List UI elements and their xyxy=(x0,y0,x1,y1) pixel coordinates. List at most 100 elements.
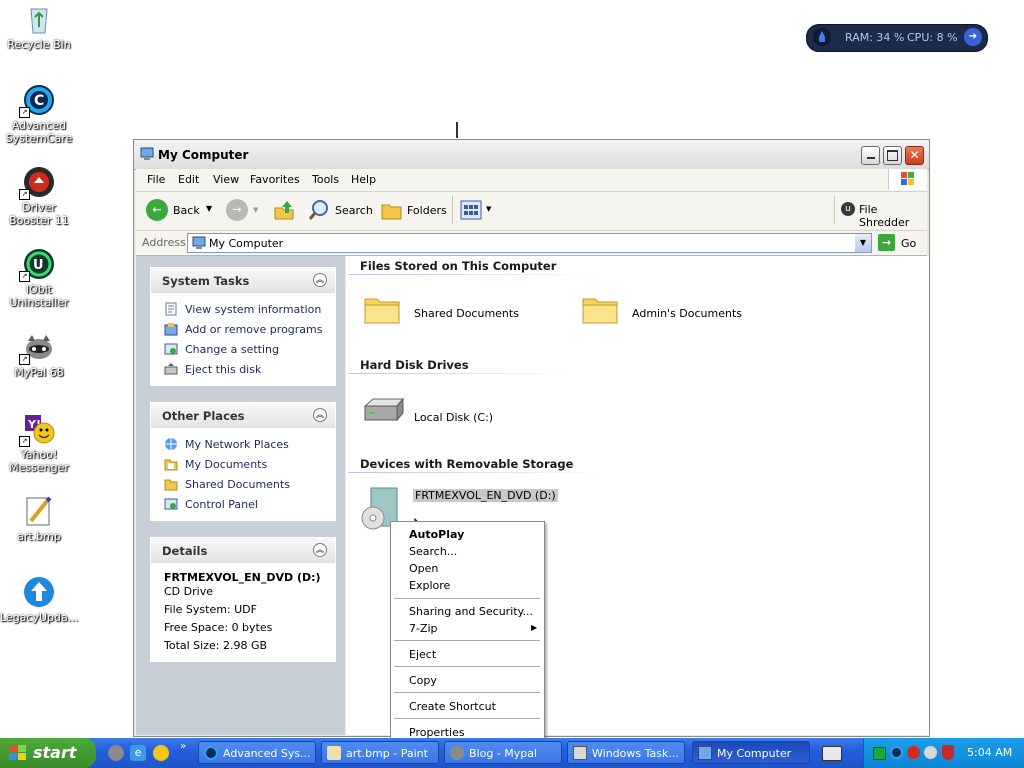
menu-file[interactable]: File xyxy=(147,173,165,186)
ram-usage-text: RAM: 34 % xyxy=(845,31,905,44)
desktop-icon-advanced-systemcare[interactable]: C ↗ Advanced SystemCare xyxy=(0,84,78,145)
maximize-button[interactable] xyxy=(883,146,902,165)
start-button[interactable]: start xyxy=(0,738,96,768)
section-divider xyxy=(348,472,608,473)
windows-logo-icon xyxy=(888,169,927,190)
task-add-remove-programs[interactable]: Add or remove programs xyxy=(164,322,323,336)
address-dropdown-button[interactable]: ▼ xyxy=(855,234,871,252)
forward-button[interactable]: → xyxy=(226,199,248,221)
desktop-icon-label: MyPal 68 xyxy=(14,366,64,379)
task-eject-disk[interactable]: Eject this disk xyxy=(164,362,261,376)
desktop-icon-iobit-uninstaller[interactable]: U ↗ IObit Uninstaller xyxy=(0,248,78,309)
details-drive-name: FRTMEXVOL_EN_DVD (D:) xyxy=(164,571,321,584)
search-icon xyxy=(308,198,332,225)
section-title-hard-disk-drives: Hard Disk Drives xyxy=(360,358,469,372)
taskbar-button-my-computer[interactable]: My Computer xyxy=(692,741,810,764)
arrow-right-icon[interactable]: ➔ xyxy=(964,28,982,46)
yahoo-messenger-icon: Y! ↗ xyxy=(19,413,55,447)
context-item-autoplay[interactable]: AutoPlay xyxy=(409,528,464,541)
tray-volume-icon[interactable] xyxy=(924,746,937,759)
desktop-icon-art-bmp[interactable]: art.bmp xyxy=(0,495,78,543)
control-panel-icon xyxy=(164,497,178,511)
menu-separator xyxy=(394,598,540,599)
legacy-update-icon xyxy=(23,576,55,608)
taskbar-button-advanced-systemcare[interactable]: Advanced Sys... xyxy=(198,741,316,764)
folders-button[interactable]: Folders xyxy=(380,198,448,222)
mypal-raccoon-icon: ↗ xyxy=(19,331,55,365)
context-item-copy[interactable]: Copy xyxy=(409,674,437,687)
system-monitor-widget[interactable]: RAM: 34 % CPU: 8 % ➔ xyxy=(806,24,988,52)
window-titlebar[interactable]: My Computer ✕ xyxy=(134,140,929,170)
place-my-network-places[interactable]: My Network Places xyxy=(164,437,289,451)
system-tray: 5:04 AM xyxy=(863,738,1024,768)
place-control-panel[interactable]: Control Panel xyxy=(164,497,258,511)
context-item-7zip[interactable]: 7-Zip xyxy=(409,622,438,635)
context-item-explore[interactable]: Explore xyxy=(409,579,450,592)
tray-shield-icon[interactable] xyxy=(942,745,954,760)
chevron-down-icon: ▼ xyxy=(859,238,867,247)
place-my-documents[interactable]: My Documents xyxy=(164,457,267,471)
quick-launch-ie-icon[interactable]: e xyxy=(130,745,146,761)
desktop-icon-recycle-bin[interactable]: Recycle Bin xyxy=(0,3,78,51)
quick-launch-yahoo-icon[interactable] xyxy=(153,745,169,761)
drive-local-disk-c[interactable]: Local Disk (C:) xyxy=(361,396,541,436)
start-label: start xyxy=(33,743,77,762)
panel-header[interactable]: System Tasks ︽ xyxy=(151,268,335,293)
context-item-eject[interactable]: Eject xyxy=(409,648,436,661)
quick-launch-more-icon[interactable]: » xyxy=(180,741,186,752)
panel-header[interactable]: Details ︽ xyxy=(151,538,335,563)
task-pane: System Tasks ︽ View system information A… xyxy=(136,256,345,735)
up-folder-button[interactable] xyxy=(272,198,296,222)
panel-header[interactable]: Other Places ︽ xyxy=(151,403,335,428)
desktop-icon-legacy-update[interactable]: LegacyUpda... xyxy=(0,576,78,624)
desktop-icon-label: Driver Booster 11 xyxy=(9,201,69,227)
chevron-down-icon[interactable]: ▼ xyxy=(206,204,212,213)
item-label: Admin's Documents xyxy=(632,307,743,320)
views-button[interactable]: ▼ xyxy=(460,198,494,222)
close-button[interactable]: ✕ xyxy=(905,146,924,165)
desktop-icon-label: LegacyUpda... xyxy=(0,611,79,624)
file-shredder-button[interactable]: u File Shredder xyxy=(841,200,925,229)
desktop-icon-yahoo-messenger[interactable]: Y! ↗ Yahoo! Messenger xyxy=(0,413,78,474)
minimize-button[interactable] xyxy=(861,146,880,165)
keyboard-icon[interactable] xyxy=(822,746,842,761)
folder-shared-documents[interactable]: Shared Documents xyxy=(364,294,544,334)
task-manager-icon xyxy=(573,746,587,760)
task-view-system-information[interactable]: View system information xyxy=(164,302,321,316)
context-item-sharing-security[interactable]: Sharing and Security... xyxy=(409,605,533,618)
taskbar-button-paint[interactable]: art.bmp - Paint xyxy=(321,741,439,764)
context-item-create-shortcut[interactable]: Create Shortcut xyxy=(409,700,496,713)
hard-disk-icon xyxy=(363,397,405,422)
menu-tools[interactable]: Tools xyxy=(312,173,339,186)
taskbar-button-task-manager[interactable]: Windows Task... xyxy=(567,741,685,764)
shortcut-arrow-icon: ↗ xyxy=(19,189,30,200)
chevron-down-icon[interactable]: ▼ xyxy=(253,206,258,214)
item-label-selected: FRTMEXVOL_EN_DVD (D:) xyxy=(413,489,558,502)
taskbar-button-mypal[interactable]: Blog - Mypal xyxy=(444,741,562,764)
menu-view[interactable]: View xyxy=(213,173,239,186)
chevron-up-icon[interactable]: ︽ xyxy=(313,543,327,557)
desktop-icon-mypal[interactable]: ↗ MyPal 68 xyxy=(0,331,78,379)
folder-admins-documents[interactable]: Admin's Documents xyxy=(582,294,762,334)
tray-driver-booster-icon[interactable] xyxy=(907,746,920,759)
address-input[interactable]: My Computer ▼ xyxy=(187,233,872,253)
folders-icon xyxy=(380,198,404,225)
menu-separator xyxy=(394,692,540,693)
task-change-setting[interactable]: Change a setting xyxy=(164,342,279,356)
tray-green-icon[interactable] xyxy=(873,747,886,760)
context-item-search[interactable]: Search... xyxy=(409,545,457,558)
context-item-open[interactable]: Open xyxy=(409,562,438,575)
desktop-icon-driver-booster[interactable]: ↗ Driver Booster 11 xyxy=(0,166,78,227)
menu-help[interactable]: Help xyxy=(351,173,376,186)
chevron-up-icon[interactable]: ︽ xyxy=(313,408,327,422)
place-shared-documents[interactable]: Shared Documents xyxy=(164,477,290,491)
back-button[interactable]: ← Back ▼ xyxy=(144,198,212,222)
search-button[interactable]: Search xyxy=(308,198,373,225)
menu-edit[interactable]: Edit xyxy=(178,173,199,186)
go-button[interactable]: → Go xyxy=(878,233,922,253)
menu-favorites[interactable]: Favorites xyxy=(250,173,300,186)
eject-disk-icon xyxy=(164,362,178,376)
quick-launch-raccoon-icon[interactable] xyxy=(108,745,124,761)
tray-advanced-systemcare-icon[interactable] xyxy=(890,746,903,759)
chevron-up-icon[interactable]: ︽ xyxy=(313,273,327,287)
